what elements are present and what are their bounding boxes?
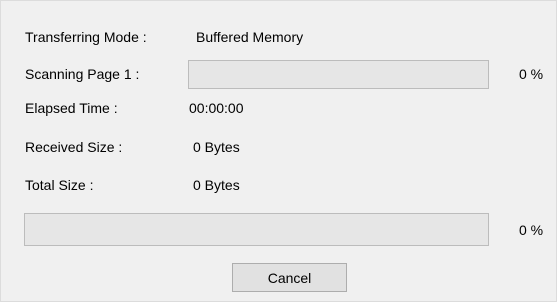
transfer-progress-dialog: Transferring Mode : Buffered Memory Scan…	[0, 0, 557, 302]
total-size-value: 0 Bytes	[193, 177, 240, 193]
transfer-mode-label: Transferring Mode :	[25, 29, 147, 45]
elapsed-time-value: 00:00:00	[189, 100, 244, 116]
received-size-label: Received Size :	[25, 139, 123, 155]
scanning-page-progress-bar	[188, 60, 489, 89]
scanning-page-label: Scanning Page 1 :	[25, 66, 140, 82]
total-size-label: Total Size :	[25, 177, 94, 193]
cancel-button[interactable]: Cancel	[232, 263, 347, 292]
scanning-page-percent: 0 %	[519, 66, 544, 82]
received-size-value: 0 Bytes	[193, 139, 240, 155]
overall-progress-bar	[24, 213, 489, 246]
transfer-mode-value: Buffered Memory	[196, 29, 304, 45]
elapsed-time-label: Elapsed Time :	[25, 100, 118, 116]
overall-percent: 0 %	[519, 222, 544, 238]
